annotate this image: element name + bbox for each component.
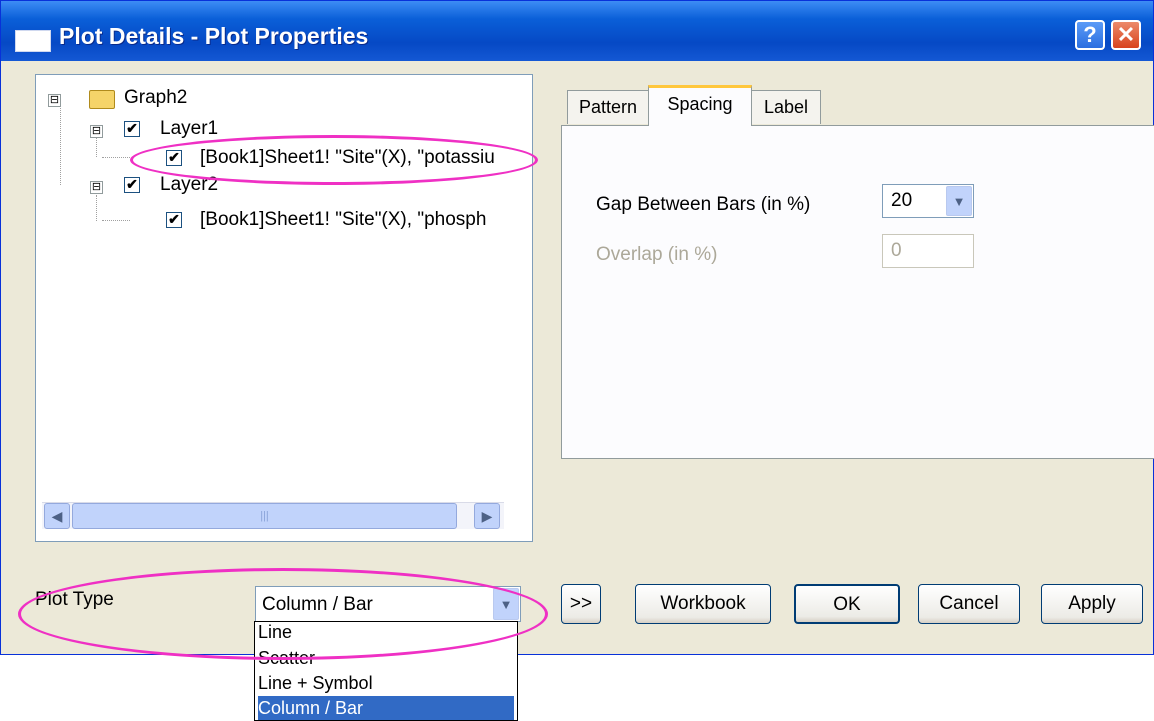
- tree-expander-graph2[interactable]: ⊟: [48, 94, 61, 107]
- overlap-value: 0: [891, 240, 902, 261]
- plot-details-dialog: Plot Details - Plot Properties ? ✕ ⊟ Gra…: [0, 0, 1154, 655]
- overlap-combo: 0: [882, 234, 974, 268]
- highlight-ellipse: [18, 568, 548, 660]
- overlap-label: Overlap (in %): [596, 244, 718, 265]
- tree-connector: [102, 220, 130, 221]
- tree-item-layer1[interactable]: Layer1: [160, 118, 218, 140]
- list-item[interactable]: Line + Symbol: [258, 671, 514, 695]
- gap-value: 20: [891, 190, 913, 211]
- list-item-selected[interactable]: Column / Bar: [258, 696, 514, 720]
- plot2-checkbox[interactable]: ✔: [166, 212, 182, 228]
- tree-item-graph2[interactable]: Graph2: [124, 87, 187, 109]
- tree-item-phosphorus-plot[interactable]: [Book1]Sheet1! "Site"(X), "phosph: [200, 209, 486, 231]
- chevron-down-icon[interactable]: ▼: [946, 186, 972, 216]
- cancel-button[interactable]: Cancel: [918, 584, 1020, 624]
- layer2-checkbox[interactable]: ✔: [124, 177, 140, 193]
- scroll-right-icon[interactable]: ▶: [474, 503, 500, 529]
- tree-expander-layer1[interactable]: ⊟: [90, 125, 103, 138]
- gap-between-bars-label: Gap Between Bars (in %): [596, 194, 811, 215]
- gap-between-bars-combo[interactable]: 20 ▼: [882, 184, 974, 218]
- window-icon: [15, 30, 51, 52]
- folder-icon: [89, 90, 115, 109]
- layer1-checkbox[interactable]: ✔: [124, 121, 140, 137]
- apply-button[interactable]: Apply: [1041, 584, 1143, 624]
- close-button[interactable]: ✕: [1111, 20, 1141, 50]
- expand-button[interactable]: >>: [561, 584, 601, 624]
- tab-spacing[interactable]: Spacing: [648, 85, 752, 126]
- spacing-tab-panel: Gap Between Bars (in %) 20 ▼ Overlap (in…: [561, 125, 1154, 459]
- scroll-thumb[interactable]: |||: [72, 503, 457, 529]
- highlight-ellipse: [130, 135, 538, 185]
- scroll-left-icon[interactable]: ◀: [44, 503, 70, 529]
- tab-label[interactable]: Label: [751, 90, 821, 124]
- window-title: Plot Details - Plot Properties: [59, 23, 369, 49]
- tree-connector: [60, 105, 61, 185]
- tree-expander-layer2[interactable]: ⊟: [90, 181, 103, 194]
- help-button[interactable]: ?: [1075, 20, 1105, 50]
- title-bar[interactable]: Plot Details - Plot Properties ? ✕: [1, 1, 1153, 61]
- tab-pattern[interactable]: Pattern: [567, 90, 649, 124]
- tree-horizontal-scrollbar[interactable]: ◀ ||| ▶: [42, 502, 504, 529]
- workbook-button[interactable]: Workbook: [635, 584, 771, 624]
- tree-connector: [96, 195, 97, 221]
- tree-connector: [102, 157, 130, 158]
- ok-button[interactable]: OK: [794, 584, 900, 624]
- tree-connector: [96, 135, 97, 157]
